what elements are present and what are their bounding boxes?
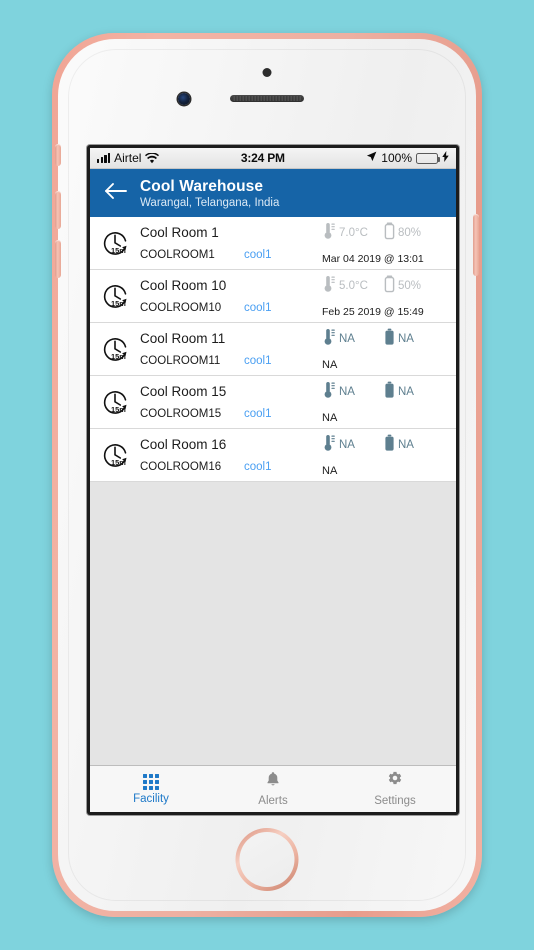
- volume-down-button[interactable]: [55, 240, 61, 278]
- table-row[interactable]: 15m Cool Room 10 COOLROOM10 cool1 5.0°C …: [90, 270, 456, 323]
- room-name: Cool Room 10: [140, 278, 227, 293]
- battery-icon: [384, 434, 395, 457]
- room-tag-link[interactable]: cool1: [244, 408, 272, 420]
- thermometer-icon: [322, 275, 336, 298]
- thermometer-icon: [322, 328, 336, 351]
- last-reading-timestamp: NA: [322, 358, 338, 371]
- app-header: Cool Warehouse Warangal, Telangana, Indi…: [90, 169, 456, 217]
- svg-text:15m: 15m: [111, 405, 126, 414]
- battery-icon: [384, 381, 395, 404]
- home-button[interactable]: [235, 828, 299, 891]
- battery-icon: [384, 328, 395, 351]
- temperature-value: NA: [339, 333, 355, 345]
- room-name: Cool Room 16: [140, 437, 227, 452]
- thermometer-icon: [322, 222, 336, 245]
- room-tag-link[interactable]: cool1: [244, 355, 272, 367]
- thermometer-icon: [322, 434, 336, 457]
- last-reading-timestamp: NA: [322, 464, 338, 477]
- svg-text:15m: 15m: [111, 458, 126, 467]
- battery-value: 50%: [398, 280, 422, 292]
- room-name: Cool Room 11: [140, 331, 226, 346]
- power-button[interactable]: [473, 214, 479, 276]
- battery-value: NA: [398, 439, 414, 451]
- room-name: Cool Room 15: [140, 384, 227, 399]
- room-code: COOLROOM1: [140, 249, 215, 261]
- home-button-inner: [239, 832, 295, 887]
- signal-bars-icon: [97, 152, 111, 163]
- status-time: 3:24 PM: [240, 151, 285, 165]
- wifi-icon: [145, 152, 160, 164]
- room-code: COOLROOM16: [140, 461, 222, 473]
- clock-refresh-icon: 15m: [96, 227, 136, 259]
- temperature-value: 7.0°C: [339, 227, 368, 239]
- page-subtitle: Warangal, Telangana, India: [140, 196, 280, 209]
- lightning-bolt-icon: [442, 151, 449, 165]
- last-reading-timestamp: Mar 04 2019 @ 13:01: [322, 252, 424, 265]
- tab-facility-label: Facility: [133, 792, 169, 805]
- battery-value: NA: [398, 333, 414, 345]
- battery-percent-label: 100%: [381, 151, 412, 165]
- temperature-value: 5.0°C: [339, 280, 368, 292]
- front-camera: [178, 93, 190, 105]
- tab-settings-label: Settings: [374, 795, 416, 807]
- empty-list-area: [90, 482, 456, 765]
- battery-full-icon: [416, 152, 441, 164]
- tab-settings[interactable]: Settings: [334, 766, 456, 812]
- temperature-value: NA: [339, 439, 355, 451]
- room-tag-link[interactable]: cool1: [244, 302, 272, 314]
- clock-refresh-icon: 15m: [96, 439, 136, 471]
- svg-text:15m: 15m: [111, 352, 126, 361]
- gear-icon: [387, 771, 403, 792]
- temperature-value: NA: [339, 386, 355, 398]
- phone-body: Airtel 3:24 PM 100% Cool Warehouse Waran…: [55, 39, 479, 911]
- silent-switch-button[interactable]: [55, 144, 61, 166]
- last-reading-timestamp: Feb 25 2019 @ 15:49: [322, 305, 424, 318]
- page-title: Cool Warehouse: [140, 177, 264, 195]
- grid-icon: [143, 773, 159, 790]
- battery-icon: [384, 275, 395, 298]
- volume-up-button[interactable]: [55, 191, 61, 229]
- back-arrow-icon[interactable]: [104, 182, 128, 205]
- battery-icon: [384, 222, 395, 245]
- proximity-sensor: [262, 68, 272, 77]
- thermometer-icon: [322, 381, 336, 404]
- phone-mockup: Airtel 3:24 PM 100% Cool Warehouse Waran…: [52, 33, 482, 917]
- room-tag-link[interactable]: cool1: [244, 461, 272, 473]
- earpiece-speaker: [230, 95, 304, 102]
- table-row[interactable]: 15m Cool Room 16 COOLROOM16 cool1 NA NA …: [90, 429, 456, 482]
- tab-facility[interactable]: Facility: [90, 766, 212, 812]
- table-row[interactable]: 15m Cool Room 11 COOLROOM11 cool1 NA NA …: [90, 323, 456, 376]
- room-tag-link[interactable]: cool1: [244, 249, 272, 261]
- room-name: Cool Room 1: [140, 225, 219, 240]
- table-row[interactable]: 15m Cool Room 15 COOLROOM15 cool1 NA NA …: [90, 376, 456, 429]
- status-bar: Airtel 3:24 PM 100%: [90, 148, 456, 169]
- clock-refresh-icon: 15m: [96, 386, 136, 418]
- last-reading-timestamp: NA: [322, 411, 338, 424]
- clock-refresh-icon: 15m: [96, 280, 136, 312]
- bell-icon: [265, 771, 281, 792]
- room-code: COOLROOM11: [140, 355, 221, 367]
- clock-refresh-icon: 15m: [96, 333, 136, 365]
- carrier-label: Airtel: [114, 151, 142, 165]
- table-row[interactable]: 15m Cool Room 1 COOLROOM1 cool1 7.0°C 80…: [90, 217, 456, 270]
- svg-text:15m: 15m: [111, 299, 126, 308]
- svg-text:15m: 15m: [111, 246, 126, 255]
- room-code: COOLROOM10: [140, 302, 222, 314]
- battery-value: 80%: [398, 227, 422, 239]
- tab-alerts-label: Alerts: [258, 795, 288, 807]
- screen-bezel: Airtel 3:24 PM 100% Cool Warehouse Waran…: [87, 145, 459, 815]
- phone-screen: Airtel 3:24 PM 100% Cool Warehouse Waran…: [90, 148, 456, 812]
- bottom-tab-bar: Facility Alerts Settings: [90, 765, 456, 812]
- room-code: COOLROOM15: [140, 408, 222, 420]
- facility-list: 15m Cool Room 1 COOLROOM1 cool1 7.0°C 80…: [90, 217, 456, 482]
- battery-value: NA: [398, 386, 414, 398]
- tab-alerts[interactable]: Alerts: [212, 766, 334, 812]
- location-arrow-icon: [366, 151, 377, 165]
